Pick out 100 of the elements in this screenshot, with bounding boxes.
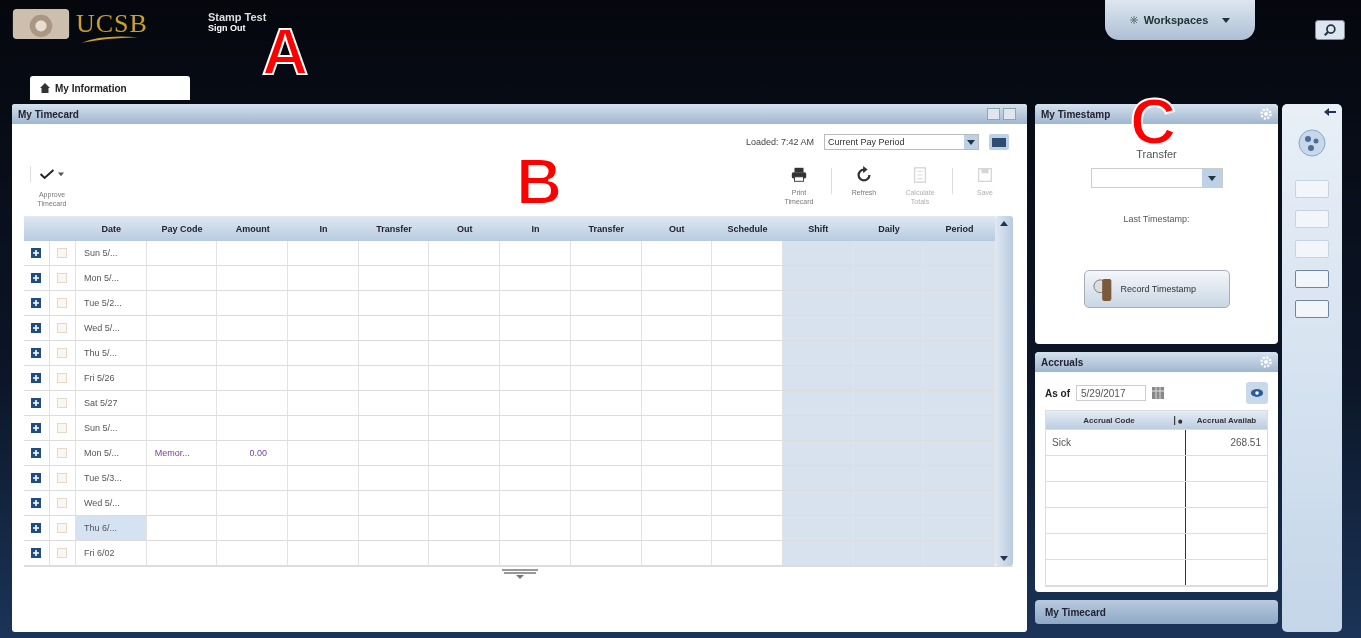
table-cell xyxy=(146,241,218,266)
date-cell[interactable]: Sun 5/... xyxy=(76,241,147,266)
column-header[interactable]: Schedule xyxy=(712,216,783,241)
column-header[interactable]: Period xyxy=(924,216,995,241)
column-header[interactable]: Out xyxy=(429,216,501,241)
column-header xyxy=(24,216,50,241)
collapsed-panel[interactable]: My Timecard xyxy=(1035,600,1278,624)
date-cell[interactable]: Sat 5/27 xyxy=(76,391,147,416)
table-cell xyxy=(146,291,218,316)
house-icon xyxy=(40,83,50,93)
table-cell xyxy=(500,291,571,316)
column-header[interactable]: In xyxy=(500,216,571,241)
column-header[interactable]: Date xyxy=(76,216,147,241)
date-cell[interactable]: Thu 5/... xyxy=(76,341,147,366)
expand-icon[interactable] xyxy=(31,373,41,383)
printer-icon xyxy=(790,166,808,184)
view-button[interactable] xyxy=(1246,382,1268,404)
expand-icon[interactable] xyxy=(31,348,41,358)
expand-icon[interactable] xyxy=(31,398,41,408)
table-cell xyxy=(288,441,359,466)
table-cell xyxy=(288,491,359,516)
date-cell[interactable]: Fri 6/02 xyxy=(76,541,147,566)
arrow-icon[interactable] xyxy=(1324,108,1336,116)
resize-handle-icon[interactable] xyxy=(501,569,538,579)
sort-icon[interactable] xyxy=(1172,415,1184,425)
panel-title: My Timecard xyxy=(1045,606,1106,618)
panel-title: My Timecard xyxy=(18,108,79,120)
expand-icon[interactable] xyxy=(31,498,41,508)
date-cell[interactable]: Fri 5/26 xyxy=(76,366,147,391)
table-cell xyxy=(782,491,854,516)
table-cell xyxy=(782,341,854,366)
date-cell[interactable]: Mon 5/... xyxy=(76,266,147,291)
column-header[interactable]: Transfer xyxy=(570,216,642,241)
expand-icon[interactable] xyxy=(31,548,41,558)
expand-icon[interactable] xyxy=(31,423,41,433)
table-cell xyxy=(782,466,854,491)
date-cell[interactable]: Sun 5/... xyxy=(76,416,147,441)
table-cell xyxy=(429,291,501,316)
column-header[interactable]: Amount xyxy=(217,216,289,241)
refresh-icon xyxy=(855,166,873,184)
globe-icon[interactable] xyxy=(1297,128,1327,158)
table-cell xyxy=(288,241,359,266)
table-cell xyxy=(712,266,783,291)
table-cell xyxy=(782,416,854,441)
table-cell xyxy=(358,416,430,441)
expand-icon[interactable] xyxy=(31,298,41,308)
table-cell xyxy=(712,391,783,416)
date-cell[interactable]: Wed 5/... xyxy=(76,316,147,341)
rail-button[interactable] xyxy=(1295,300,1329,318)
column-header[interactable]: Transfer xyxy=(358,216,430,241)
table-cell xyxy=(570,466,642,491)
column-header[interactable]: Accrual Availab xyxy=(1186,411,1267,429)
search-button[interactable] xyxy=(1315,20,1345,40)
user-name: Stamp Test xyxy=(207,11,267,23)
column-header[interactable]: Accrual Code xyxy=(1046,411,1172,429)
table-cell xyxy=(288,341,359,366)
column-header[interactable]: Pay Code xyxy=(146,216,218,241)
table-cell xyxy=(500,441,571,466)
period-dropdown[interactable]: Current Pay Period xyxy=(824,134,979,150)
tab[interactable]: My Information xyxy=(30,76,190,100)
expand-icon[interactable] xyxy=(31,473,41,483)
table-cell xyxy=(217,391,289,416)
table-cell xyxy=(712,466,783,491)
date-cell[interactable]: Tue 5/2... xyxy=(76,291,147,316)
column-header[interactable]: In xyxy=(288,216,359,241)
date-cell[interactable]: Tue 5/3... xyxy=(76,466,147,491)
table-cell xyxy=(429,241,501,266)
logo-text: UCSB xyxy=(76,9,148,39)
scroll-up-icon[interactable] xyxy=(999,220,1008,228)
table-cell xyxy=(146,491,218,516)
table-cell xyxy=(217,341,289,366)
table-cell xyxy=(146,341,218,366)
checkmark-icon xyxy=(39,168,55,180)
table-cell xyxy=(358,291,430,316)
date-cell[interactable]: Thu 6/... xyxy=(76,516,147,541)
column-header[interactable]: Shift xyxy=(782,216,854,241)
scroll-down-icon[interactable] xyxy=(999,554,1008,562)
rail-button[interactable] xyxy=(1295,270,1329,288)
record-timestamp-button[interactable]: Record Timestamp xyxy=(1083,270,1230,308)
table-cell xyxy=(570,491,642,516)
table-cell xyxy=(500,516,571,541)
table-cell xyxy=(641,416,713,441)
workspaces-button[interactable]: Workspaces xyxy=(1105,0,1255,40)
date-cell[interactable]: Mon 5/... xyxy=(76,441,147,466)
table-cell xyxy=(217,466,289,491)
expand-icon[interactable] xyxy=(31,448,41,458)
column-header[interactable]: Daily xyxy=(853,216,925,241)
table-cell xyxy=(782,241,854,266)
table-cell xyxy=(641,516,713,541)
date-field[interactable]: 5/29/2017 xyxy=(1076,385,1146,401)
table-cell xyxy=(712,516,783,541)
table-cell xyxy=(217,316,289,341)
seal-icon xyxy=(12,9,70,39)
expand-icon[interactable] xyxy=(31,248,41,258)
table-cell xyxy=(641,466,713,491)
expand-icon[interactable] xyxy=(31,323,41,333)
expand-icon[interactable] xyxy=(31,523,41,533)
expand-icon[interactable] xyxy=(31,273,41,283)
table-cell xyxy=(641,241,713,266)
column-header[interactable]: Out xyxy=(641,216,713,241)
